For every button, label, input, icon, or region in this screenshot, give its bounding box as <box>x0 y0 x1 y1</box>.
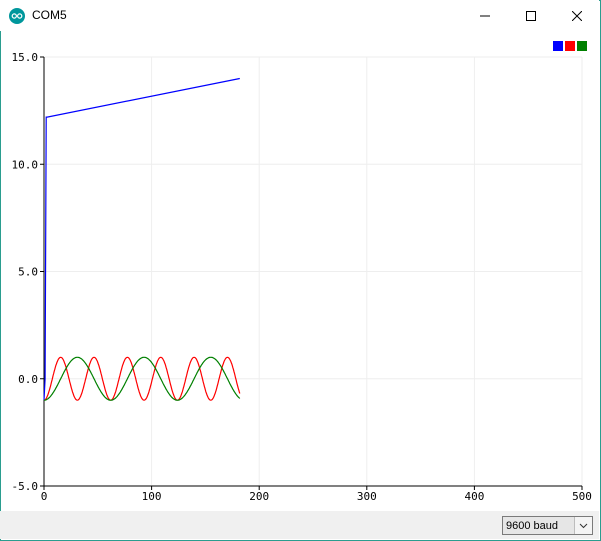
plot-area: 0 100 200 300 400 500 15.0 10.0 5.0 0.0 -5.0 <box>12 51 592 503</box>
close-icon <box>572 10 582 21</box>
y-tick-label: 15.0 <box>12 51 39 64</box>
grid-lines <box>43 56 583 487</box>
x-tick-label: 0 <box>41 490 48 503</box>
series-lines <box>43 77 241 401</box>
baud-rate-value: 9600 baud <box>506 520 558 532</box>
window-title: COM5 <box>32 8 67 22</box>
x-tick-label: 200 <box>249 490 269 503</box>
x-tick-label: 300 <box>357 490 377 503</box>
maximize-icon <box>526 10 536 21</box>
minimize-icon <box>480 15 490 16</box>
maximize-button[interactable] <box>508 0 554 31</box>
y-tick-label: 5.0 <box>18 266 38 279</box>
x-tick-label: 100 <box>142 490 162 503</box>
arduino-icon <box>9 8 25 24</box>
chevron-down-icon[interactable] <box>574 517 592 534</box>
ticks: 0 100 200 300 400 500 15.0 10.0 5.0 0.0 -5.0 <box>12 51 592 503</box>
series-line-1 <box>43 77 240 401</box>
baud-rate-select[interactable]: 9600 baud <box>502 516 593 535</box>
close-button[interactable] <box>554 0 600 31</box>
y-tick-label: -5.0 <box>12 480 39 493</box>
y-tick-label: 0.0 <box>18 373 38 386</box>
y-tick-label: 10.0 <box>12 158 39 171</box>
minimize-button[interactable] <box>462 0 508 31</box>
x-tick-label: 500 <box>572 490 592 503</box>
x-tick-label: 400 <box>464 490 484 503</box>
title-bar: COM5 <box>0 0 599 31</box>
